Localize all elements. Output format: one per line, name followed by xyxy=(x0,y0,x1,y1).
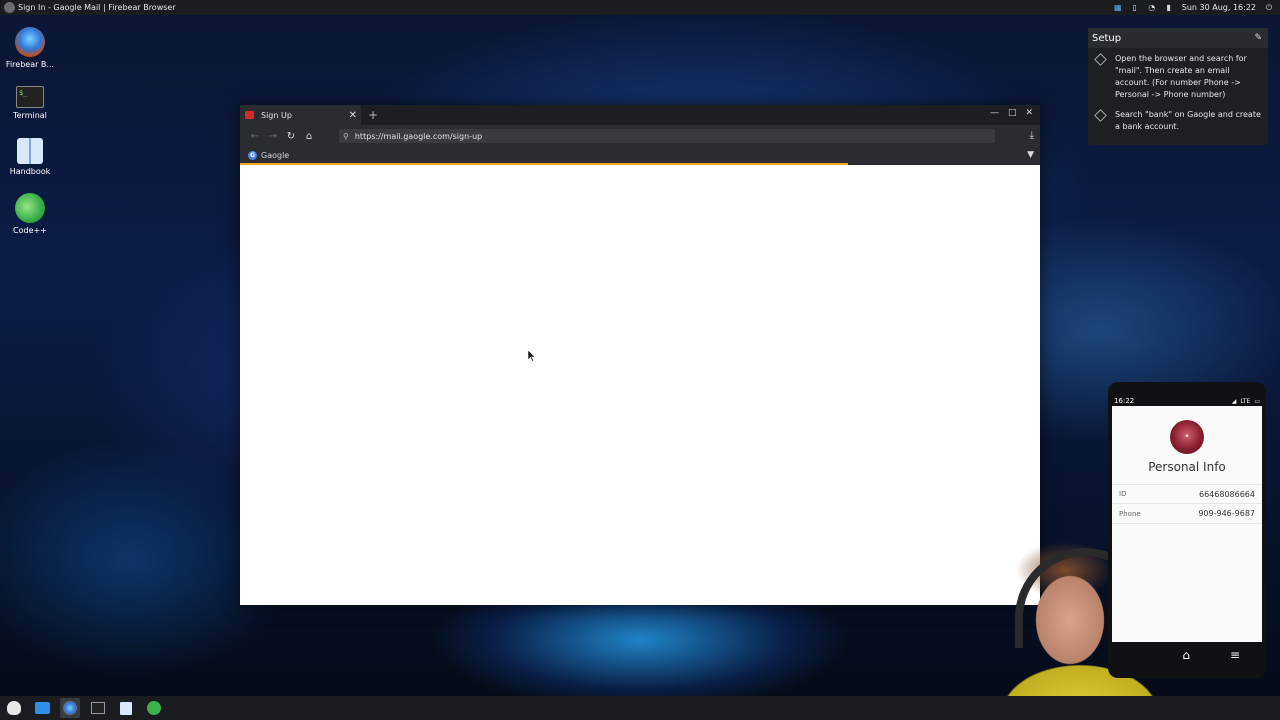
avatar: ✦ xyxy=(1170,420,1204,454)
info-key: Phone xyxy=(1119,509,1141,518)
desktop-icon-firebear[interactable]: Firebear B... xyxy=(4,27,56,69)
bookmark-icon[interactable]: ▼ xyxy=(1027,150,1034,160)
active-app-icon xyxy=(4,2,15,13)
top-bar: Sign In - Gaogle Mail | Firebear Browser… xyxy=(0,0,1280,15)
navigation-bar: ← → ↻ ⌂ ⚲ ⤓ xyxy=(240,125,1040,147)
window-controls: — □ ✕ xyxy=(990,108,1033,118)
desktop-icon-label: Terminal xyxy=(13,111,47,120)
phone-battery-icon: ▭ xyxy=(1254,397,1260,405)
desktop-icon-label: Handbook xyxy=(9,167,51,176)
phone-widget: 16:22 ◢ LTE ▭ ✦ Personal Info ID 6646808… xyxy=(1108,382,1266,678)
taskbar-code-button[interactable] xyxy=(144,698,164,718)
page-content[interactable] xyxy=(240,165,1040,605)
task-text: Open the browser and search for "mail". … xyxy=(1115,54,1247,99)
terminal-icon: $_ xyxy=(16,86,44,108)
setup-task: Open the browser and search for "mail". … xyxy=(1088,48,1268,104)
new-tab-button[interactable]: + xyxy=(368,108,378,122)
network-icon[interactable]: ▦ xyxy=(1114,3,1122,12)
info-value: 66468086664 xyxy=(1199,489,1255,499)
tab-bar: Sign Up ✕ + — □ ✕ xyxy=(240,105,1040,125)
info-value: 909-946-9687 xyxy=(1198,509,1255,518)
desktop-icon-label: Code++ xyxy=(13,226,47,235)
desktop-icon-terminal[interactable]: $_ Terminal xyxy=(4,82,56,120)
task-status-icon xyxy=(1094,53,1107,66)
terminal-icon xyxy=(91,702,105,714)
info-row-id: ID 66468086664 xyxy=(1112,484,1262,504)
phone-nav-bar: ⌂ ≡ xyxy=(1112,642,1262,668)
phone-menu-icon[interactable]: ≡ xyxy=(1230,648,1240,662)
gaogle-logo-icon: G xyxy=(248,150,257,160)
desktop-icon-label: Firebear B... xyxy=(5,60,55,69)
mouse-cursor xyxy=(527,347,536,366)
phone-network: LTE xyxy=(1240,397,1251,405)
firebear-browser-icon xyxy=(15,27,45,57)
signal-icon: ◢ xyxy=(1231,397,1237,405)
phone-icon[interactable]: ▯ xyxy=(1131,3,1139,12)
phone-time: 16:22 xyxy=(1114,397,1135,405)
setup-panel: Setup ✎ Open the browser and search for … xyxy=(1088,28,1268,145)
setup-title: Setup xyxy=(1092,32,1122,44)
bookmark-gaogle[interactable]: Gaogle xyxy=(261,151,289,160)
taskbar xyxy=(0,696,1280,720)
taskbar-handbook-button[interactable] xyxy=(116,698,136,718)
desktop-icon-code[interactable]: Code++ xyxy=(4,193,56,235)
window-title: Sign In - Gaogle Mail | Firebear Browser xyxy=(18,3,176,12)
taskbar-menu-button[interactable] xyxy=(4,698,24,718)
reload-icon[interactable]: ↻ xyxy=(282,131,300,142)
search-icon: ⚲ xyxy=(343,131,349,141)
info-key: ID xyxy=(1119,490,1127,498)
phone-app-title: Personal Info xyxy=(1148,460,1226,474)
phone-screen: ✦ Personal Info ID 66468086664 Phone 909… xyxy=(1112,406,1262,642)
setup-header: Setup ✎ xyxy=(1088,28,1268,48)
clock[interactable]: Sun 30 Aug, 16:22 xyxy=(1182,3,1256,12)
power-icon[interactable]: ⏻ xyxy=(1265,3,1273,12)
mail-favicon-icon xyxy=(245,111,254,119)
bear-menu-icon xyxy=(7,701,21,715)
pin-icon[interactable]: ✎ xyxy=(1254,33,1262,43)
url-input[interactable] xyxy=(354,131,955,141)
handbook-icon xyxy=(17,138,43,164)
taskbar-browser-button[interactable] xyxy=(60,698,80,718)
personal-info-table: ID 66468086664 Phone 909-946-9687 xyxy=(1112,484,1262,524)
code-plus-plus-icon xyxy=(147,701,161,715)
info-row-phone: Phone 909-946-9687 xyxy=(1112,504,1262,524)
minimize-icon[interactable]: — xyxy=(990,108,999,118)
phone-status-bar: 16:22 ◢ LTE ▭ xyxy=(1112,396,1262,406)
browser-window: Sign Up ✕ + — □ ✕ ← → ↻ ⌂ ⚲ ⤓ G Gaogle ▼ xyxy=(240,105,1040,605)
back-icon[interactable]: ← xyxy=(246,131,264,142)
task-text: Search "bank" on Gaogle and create a ban… xyxy=(1115,110,1261,131)
battery-icon[interactable]: ▮ xyxy=(1165,3,1173,12)
desktop-icon-handbook[interactable]: Handbook xyxy=(4,138,56,176)
home-icon[interactable]: ⌂ xyxy=(300,131,318,142)
download-icon[interactable]: ⤓ xyxy=(1030,130,1034,141)
address-bar[interactable]: ⚲ xyxy=(339,129,995,143)
maximize-icon[interactable]: □ xyxy=(1008,108,1017,118)
tab-title: Sign Up xyxy=(261,110,292,120)
phone-home-icon[interactable]: ⌂ xyxy=(1182,648,1190,662)
setup-task: Search "bank" on Gaogle and create a ban… xyxy=(1088,104,1268,136)
handbook-icon xyxy=(120,701,132,715)
close-window-icon[interactable]: ✕ xyxy=(1025,108,1033,118)
files-icon xyxy=(34,702,50,714)
wifi-icon[interactable]: ◔ xyxy=(1148,3,1156,12)
taskbar-files-button[interactable] xyxy=(32,698,52,718)
code-plus-plus-icon xyxy=(15,193,45,223)
forward-icon[interactable]: → xyxy=(264,131,282,142)
firebear-browser-icon xyxy=(63,701,77,715)
bookmarks-bar: G Gaogle ▼ xyxy=(240,147,1040,163)
close-tab-icon[interactable]: ✕ xyxy=(349,110,357,121)
taskbar-terminal-button[interactable] xyxy=(88,698,108,718)
tab-sign-up[interactable]: Sign Up ✕ xyxy=(240,105,361,125)
task-status-icon xyxy=(1094,109,1107,122)
system-tray: ▦ ▯ ◔ ▮ Sun 30 Aug, 16:22 ⏻ xyxy=(1114,3,1280,12)
